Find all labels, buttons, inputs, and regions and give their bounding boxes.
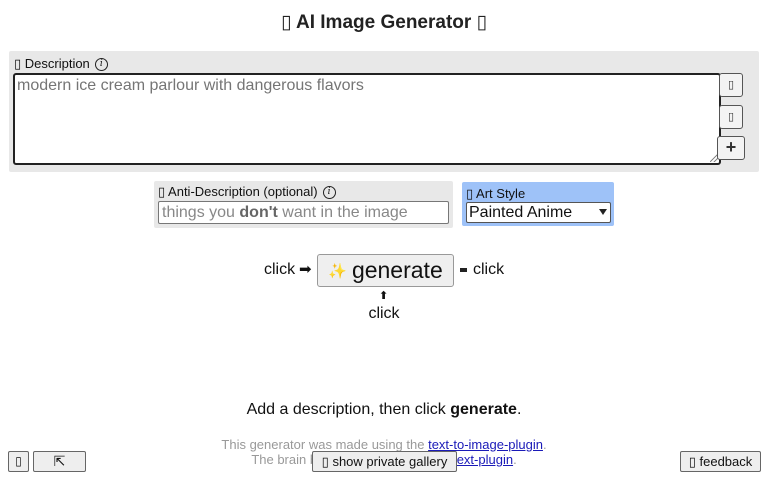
description-panel: ▯ Description i modern ice cream parlour…	[9, 51, 759, 172]
description-textarea[interactable]: modern ice cream parlour with dangerous …	[13, 73, 721, 165]
click-hint-below: click	[368, 305, 400, 322]
art-style-selected-value: Painted Anime	[469, 204, 573, 221]
description-label-text: ▯ Description	[14, 56, 90, 71]
instruction-hint: Add a description, then click generate.	[0, 401, 768, 419]
hint-end: .	[516, 401, 522, 418]
anti-placeholder-end: want in the image	[277, 204, 408, 221]
info-icon[interactable]: i	[94, 57, 108, 71]
description-option-button-1[interactable]: ▯	[719, 73, 743, 97]
corner-icon-button[interactable]: ▯	[8, 451, 29, 472]
footer-text-2-end: .	[513, 452, 517, 467]
hint-text: Add a description, then click	[246, 401, 451, 418]
anti-placeholder-start: things you	[162, 204, 240, 221]
generate-button-label: generate	[351, 257, 443, 283]
hint-bold: generate	[450, 401, 517, 418]
text-to-image-plugin-link[interactable]: text-to-image-plugin	[428, 437, 543, 452]
anti-description-panel: ▯ Anti-Description (optional) i things y…	[154, 181, 453, 228]
page-title: ▯ AI Image Generator ▯	[280, 12, 488, 33]
click-hint-left: click	[264, 261, 296, 278]
description-option-button-2[interactable]: ▯	[719, 105, 743, 129]
art-style-label: ▯ Art Style	[466, 186, 526, 201]
chevron-down-icon	[599, 209, 607, 215]
footer-text: This generator was made using the	[221, 437, 429, 452]
footer-credit-line-1: This generator was made using the text-t…	[0, 437, 768, 452]
show-private-gallery-button[interactable]: ▯ show private gallery	[312, 451, 457, 472]
anti-description-label-text: ▯ Anti-Description (optional)	[158, 184, 318, 199]
expand-icon[interactable]: ⇱	[33, 451, 86, 472]
anti-description-label: ▯ Anti-Description (optional) i	[158, 184, 336, 200]
sparkle-icon: ✨	[328, 262, 347, 280]
footer-text-2: The brain b	[251, 452, 318, 467]
add-description-button[interactable]: +	[717, 136, 745, 160]
arrow-right-icon: ➡	[299, 261, 312, 278]
generate-button[interactable]: ✨ generate	[317, 254, 454, 287]
anti-description-input[interactable]: things you don't want in the image	[158, 201, 449, 224]
text-plugin-link[interactable]: text-plugin	[453, 452, 513, 467]
description-label: ▯ Description i	[14, 56, 108, 72]
art-style-panel: ▯ Art Style Painted Anime	[462, 182, 614, 226]
arrow-up-icon: ⬆	[379, 290, 389, 302]
arrow-left-icon	[460, 268, 467, 272]
footer-text-end: .	[542, 437, 547, 452]
click-hint-right: click	[473, 261, 505, 278]
info-icon[interactable]: i	[322, 185, 336, 199]
description-placeholder: modern ice cream parlour with dangerous …	[17, 77, 364, 94]
feedback-button[interactable]: ▯ feedback	[680, 451, 761, 472]
art-style-select[interactable]: Painted Anime	[466, 202, 611, 223]
anti-placeholder-bold: don't	[239, 204, 278, 221]
